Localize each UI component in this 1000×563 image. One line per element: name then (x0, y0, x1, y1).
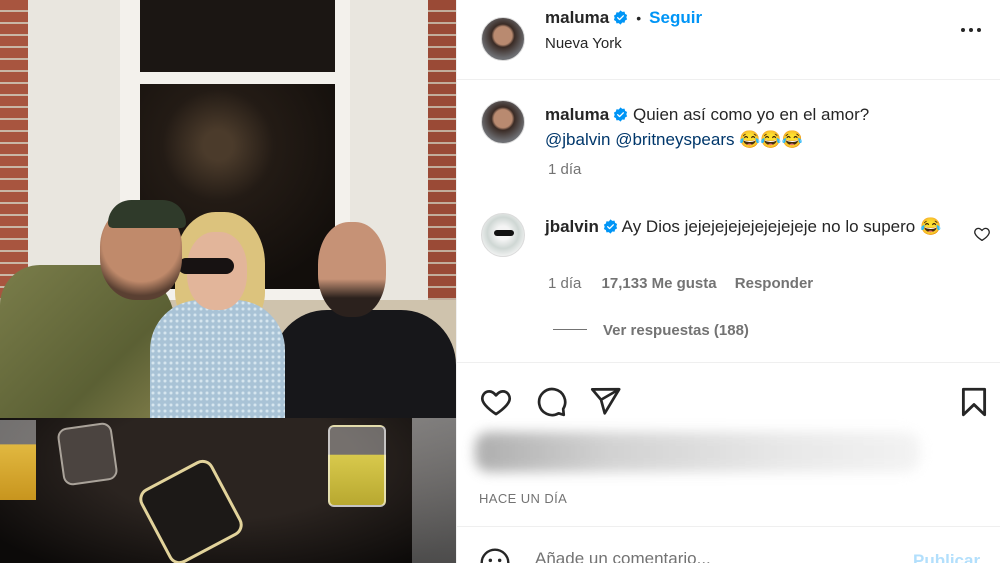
brick-wall-right (428, 0, 456, 330)
mention-link[interactable]: @britneyspears (615, 130, 734, 149)
author-line: maluma • Seguir (545, 8, 702, 28)
caption-avatar[interactable] (481, 100, 525, 144)
post-side-panel: maluma • Seguir Nueva York maluma Quien as… (456, 0, 1000, 563)
post-photo[interactable] (0, 0, 456, 563)
person-left-cap (108, 200, 186, 228)
drink-glass (328, 425, 386, 507)
water-glass (412, 418, 456, 563)
caption: maluma Quien así como yo en el amor? @jb… (545, 102, 965, 152)
paper-plane-icon[interactable] (588, 385, 622, 419)
comment-bubble-icon[interactable] (534, 385, 568, 419)
caption-text: Quien así como yo en el amor? (632, 105, 870, 124)
follow-button[interactable]: Seguir (649, 8, 702, 27)
avatar[interactable] (481, 17, 525, 61)
post-location[interactable]: Nueva York (545, 35, 622, 52)
verified-badge-icon (614, 107, 628, 122)
author-username[interactable]: maluma (545, 8, 609, 27)
publish-button[interactable]: Publicar (913, 551, 980, 563)
comment: jbalvin Ay Dios jejejejejejejejejeje no … (545, 214, 945, 239)
view-replies-button[interactable]: Ver respuestas (188) (553, 322, 749, 339)
add-comment-bar: Publicar (457, 526, 1000, 563)
mention-link[interactable]: @jbalvin (545, 130, 610, 149)
comment-username[interactable]: jbalvin (545, 217, 599, 236)
verified-badge-icon (614, 10, 628, 25)
sunglasses (178, 258, 234, 274)
person-middle-body (150, 300, 285, 430)
post-timestamp[interactable]: HACE UN DÍA (479, 491, 567, 506)
reply-button[interactable]: Responder (735, 275, 813, 292)
verified-badge-icon (603, 219, 617, 234)
post-header: maluma • Seguir Nueva York (457, 0, 1000, 80)
caption-emoji: 😂😂😂 (739, 130, 803, 149)
comment-meta: 1 día 17,133 Me gusta Responder (548, 275, 813, 292)
smiley-icon[interactable] (479, 547, 511, 563)
caption-username[interactable]: maluma (545, 105, 609, 124)
comment-likes[interactable]: 17,133 Me gusta (602, 275, 717, 292)
phone (56, 421, 119, 487)
drink-glass (0, 420, 36, 500)
view-replies-label: Ver respuestas (188) (603, 322, 749, 339)
comment-time[interactable]: 1 día (548, 275, 581, 292)
person-right-head (318, 222, 386, 317)
more-options-icon[interactable] (957, 26, 985, 34)
heart-icon[interactable] (479, 385, 513, 419)
comment-input[interactable] (535, 549, 865, 563)
comment-avatar[interactable] (481, 213, 525, 257)
comment-text: Ay Dios jejejejejejejejejeje no lo super… (621, 217, 942, 236)
bookmark-icon[interactable] (957, 385, 991, 419)
likes-summary-blurred (475, 432, 920, 472)
window-pane-top (140, 0, 335, 72)
divider (553, 329, 587, 330)
heart-icon[interactable] (973, 225, 991, 243)
separator: • (636, 10, 642, 26)
caption-time[interactable]: 1 día (548, 161, 581, 178)
